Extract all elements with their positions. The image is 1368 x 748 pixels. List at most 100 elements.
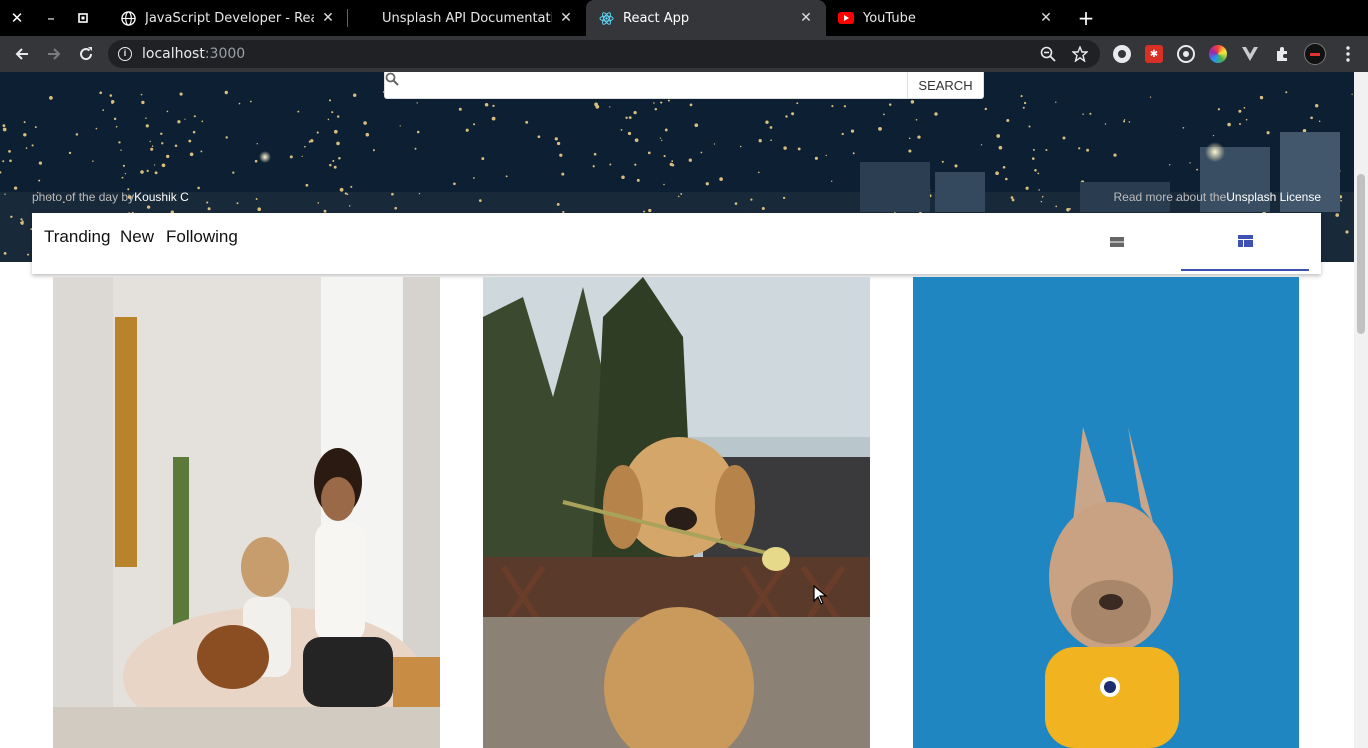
city-light [333,165,337,169]
city-light [153,164,156,166]
city-light [1082,113,1084,115]
city-light [814,156,818,160]
grid-view-toggle[interactable] [1181,213,1309,271]
city-light [492,104,495,108]
city-light [1023,101,1027,105]
city-light [328,99,332,102]
tab-react-app[interactable]: React App ✕ [586,0,826,36]
search-button[interactable]: SEARCH [907,72,983,98]
city-light [980,144,983,146]
city-light [671,163,675,167]
forward-button[interactable] [40,36,68,72]
city-light [734,202,738,205]
search-input[interactable] [421,72,907,98]
tab-close-icon[interactable]: ✕ [558,10,574,26]
city-light [118,141,121,144]
credit-author-link[interactable]: Koushik C [134,190,189,204]
city-light [1028,125,1031,128]
profile-avatar[interactable] [1304,43,1326,65]
more-menu-icon[interactable] [1334,36,1362,72]
tab-unsplash-api[interactable]: Unsplash API Documentation | ✕ [348,0,586,36]
city-light [688,158,692,162]
city-light [346,193,349,195]
city-light [122,164,125,167]
tab-close-icon[interactable]: ✕ [798,10,814,26]
tab-javascript-developer[interactable]: JavaScript Developer - React.j ✕ [108,0,348,36]
extension-icon[interactable] [1113,45,1131,63]
extension-color-icon[interactable] [1209,45,1227,63]
city-light [297,110,300,113]
city-light [934,112,938,116]
photo-card[interactable] [483,277,870,748]
extension-bug-icon[interactable]: ✱ [1145,45,1163,63]
city-light [465,128,469,132]
city-light [102,109,105,111]
zoom-out-icon[interactable] [1040,40,1056,68]
nav-link-following[interactable]: Following [166,227,238,247]
city-light [689,103,693,107]
city-light [663,155,666,158]
extension-vue-icon[interactable] [1241,45,1259,63]
city-light [1025,186,1029,190]
city-light [850,129,855,133]
city-light [473,123,476,126]
city-light [628,116,632,119]
nav-link-tranding[interactable]: Tranding [44,227,110,247]
city-light [1182,127,1185,129]
city-light [537,135,541,139]
city-light [883,113,885,116]
city-light [348,205,351,207]
city-light [184,118,186,120]
address-bar[interactable]: i localhost:3000 [108,40,1100,68]
city-light [2,127,7,132]
tab-title: YouTube [863,10,916,26]
license-link[interactable]: Unsplash License [1226,190,1321,204]
bookmark-star-icon[interactable] [1072,40,1088,68]
window-restore-icon[interactable] [72,0,94,36]
extension-target-icon[interactable] [1177,45,1195,63]
list-view-toggle[interactable] [1053,213,1181,271]
city-light [750,198,753,201]
city-light [115,125,118,128]
city-light [338,157,341,160]
city-light [769,126,773,129]
city-light [149,140,151,143]
city-light [329,163,332,167]
new-tab-button[interactable]: + [1074,0,1098,36]
photo-women-dog [53,277,440,748]
city-light [648,208,652,213]
city-light [634,138,639,143]
city-light [785,115,788,118]
city-light [525,120,529,124]
page-scrollbar[interactable] [1354,72,1368,748]
city-light [700,151,703,154]
extensions-puzzle-icon[interactable] [1273,45,1291,63]
reload-button[interactable] [72,36,100,72]
photo-card[interactable] [913,277,1299,748]
window-minimize-icon[interactable]: – [40,0,62,36]
tab-close-icon[interactable]: ✕ [320,10,336,26]
nav-link-new[interactable]: New [120,227,154,247]
city-light [653,102,655,104]
scrollbar-thumb[interactable] [1357,174,1365,334]
city-light [1123,119,1126,121]
tab-youtube[interactable]: YouTube ✕ [826,0,1066,36]
city-light [332,160,335,162]
city-light [1227,122,1231,127]
back-button[interactable] [8,36,36,72]
window-close-icon[interactable]: ✕ [6,0,28,36]
photo-card[interactable] [53,277,440,748]
grid-view-icon [1237,235,1253,247]
city-light [1045,148,1048,152]
city-light [95,127,98,130]
city-light [719,177,723,181]
city-light [31,144,34,147]
photo-bulldog-sweater [913,277,1299,748]
info-icon[interactable]: i [118,47,132,61]
city-light [796,102,799,105]
tab-title: React App [623,10,690,26]
city-light [206,201,209,204]
city-light [1340,199,1342,202]
tab-close-icon[interactable]: ✕ [1038,10,1054,26]
city-light [110,99,115,104]
